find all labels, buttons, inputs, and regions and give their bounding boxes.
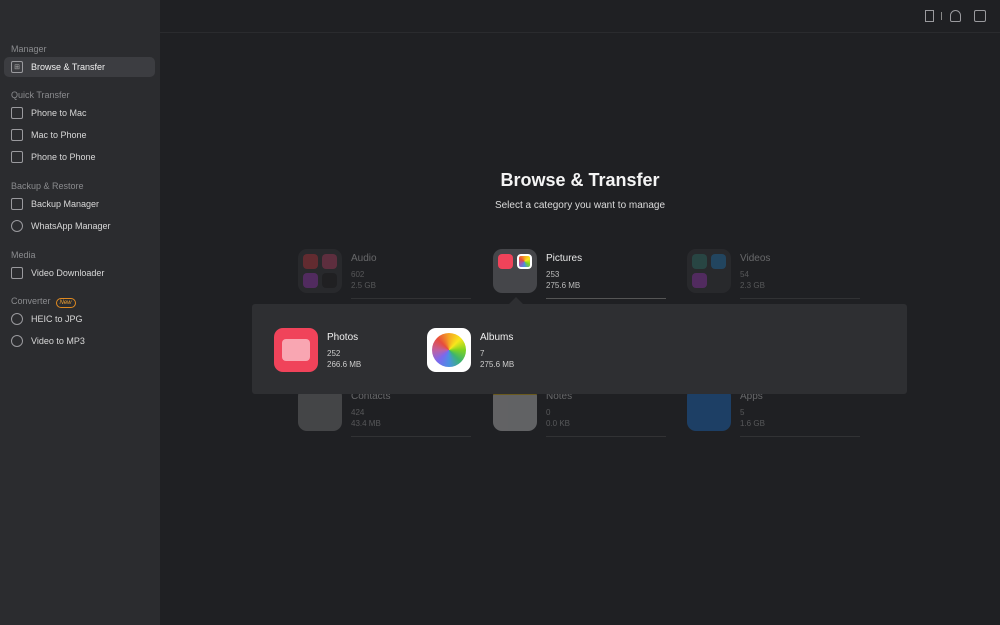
popup-pointer: [509, 297, 523, 304]
pictures-subcategory-popup: Photos 252 266.6 MB Albums 7 275.6 MB: [252, 304, 907, 394]
count: 424: [351, 408, 365, 417]
label: Video to MP3: [31, 336, 85, 346]
convert-video-icon: [11, 335, 23, 347]
sidebar-item-video-to-mp3[interactable]: Video to MP3: [4, 331, 155, 351]
device-icon[interactable]: [925, 10, 934, 22]
grid-icon: ⊞: [11, 61, 23, 73]
sidebar-item-backup-manager[interactable]: Backup Manager: [4, 194, 155, 214]
label: WhatsApp Manager: [31, 221, 111, 231]
sidebar-item-mac-to-phone[interactable]: Mac to Phone: [4, 125, 155, 145]
convert-image-icon: [11, 313, 23, 325]
whatsapp-icon: [11, 220, 23, 232]
count: 602: [351, 270, 365, 279]
audio-icon: [298, 249, 342, 293]
size: 275.6 MB: [546, 281, 581, 290]
category-videos[interactable]: Videos 54 2.3 GB: [687, 249, 862, 299]
sidebar-item-phone-to-phone[interactable]: Phone to Phone: [4, 147, 155, 167]
sidebar-item-browse-transfer[interactable]: ⊞ Browse & Transfer: [4, 57, 155, 77]
category-pictures[interactable]: Pictures 253 275.6 MB: [493, 249, 668, 299]
section-quick-transfer: Quick Transfer: [11, 90, 70, 100]
name: Pictures: [546, 253, 583, 264]
size: 2.5 GB: [351, 281, 376, 290]
size: 43.4 MB: [351, 419, 381, 428]
size: 266.6 MB: [327, 360, 362, 369]
count: 7: [480, 349, 485, 358]
label: Phone to Mac: [31, 108, 87, 118]
top-bar: [160, 0, 1000, 33]
phone-icon: [11, 129, 23, 141]
monitor-icon: [11, 107, 23, 119]
section-converter: Converter New: [11, 296, 76, 308]
subcategory-albums[interactable]: Albums 7 275.6 MB: [427, 328, 577, 374]
photos-icon: [274, 328, 318, 372]
count: 5: [740, 408, 745, 417]
name: Albums: [480, 332, 514, 343]
label: Backup Manager: [31, 199, 100, 209]
sidebar-item-whatsapp-manager[interactable]: WhatsApp Manager: [4, 216, 155, 236]
size: 275.6 MB: [480, 360, 515, 369]
bell-icon[interactable]: [950, 10, 961, 22]
category-contacts[interactable]: Contacts 424 43.4 MB: [298, 387, 473, 437]
name: Audio: [351, 253, 377, 264]
page-title: Browse & Transfer: [500, 170, 660, 190]
subcategory-photos[interactable]: Photos 252 266.6 MB: [274, 328, 424, 374]
section-backup-restore: Backup & Restore: [11, 181, 84, 191]
sidebar-item-phone-to-mac[interactable]: Phone to Mac: [4, 103, 155, 123]
category-apps[interactable]: Apps 5 1.6 GB: [687, 387, 862, 437]
count: 253: [546, 270, 560, 279]
size: 0.0 KB: [546, 419, 571, 428]
size: 2.3 GB: [740, 281, 765, 290]
label: Converter: [11, 296, 51, 306]
pictures-icon: [493, 249, 537, 293]
name: Photos: [327, 332, 359, 343]
albums-icon: [427, 328, 471, 372]
videos-icon: [687, 249, 731, 293]
category-audio[interactable]: Audio 602 2.5 GB: [298, 249, 473, 299]
count: 252: [327, 349, 341, 358]
new-badge: New: [55, 298, 76, 308]
backup-icon: [11, 198, 23, 210]
name: Videos: [740, 253, 771, 264]
label: Browse & Transfer: [31, 62, 106, 72]
label: Mac to Phone: [31, 130, 87, 140]
sidebar-item-heic-to-jpg[interactable]: HEIC to JPG: [4, 309, 155, 329]
divider: [941, 12, 942, 20]
count: 0: [546, 408, 551, 417]
video-download-icon: [11, 267, 23, 279]
count: 54: [740, 270, 749, 279]
label: Video Downloader: [31, 268, 105, 278]
category-notes[interactable]: Notes 0 0.0 KB: [493, 387, 668, 437]
page-subtitle: Select a category you want to manage: [494, 200, 666, 211]
sidebar: Manager ⊞ Browse & Transfer Quick Transfe…: [0, 0, 160, 625]
sidebar-item-video-downloader[interactable]: Video Downloader: [4, 263, 155, 283]
label: HEIC to JPG: [31, 314, 83, 324]
phone-transfer-icon: [11, 151, 23, 163]
section-manager: Manager: [11, 44, 47, 54]
tshirt-icon[interactable]: [974, 10, 986, 22]
size: 1.6 GB: [740, 419, 765, 428]
section-media: Media: [11, 250, 36, 260]
label: Phone to Phone: [31, 152, 96, 162]
